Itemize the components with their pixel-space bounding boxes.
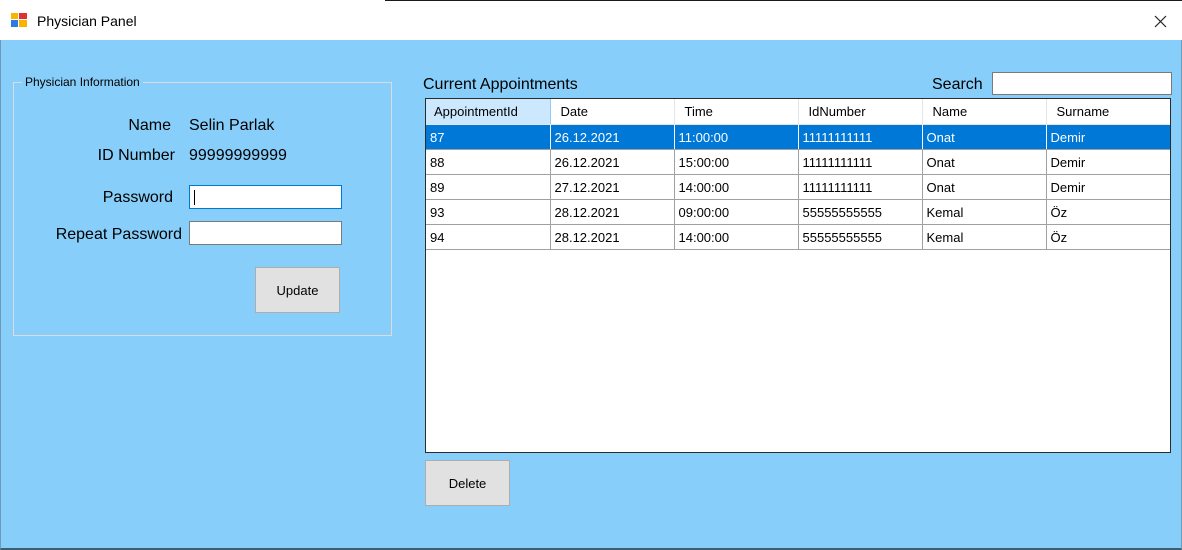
repeat-password-label: Repeat Password bbox=[55, 226, 182, 243]
cell-date[interactable]: 26.12.2021 bbox=[550, 124, 675, 150]
delete-button[interactable]: Delete bbox=[425, 460, 510, 506]
cell-surname[interactable]: Öz bbox=[1046, 199, 1170, 225]
appointments-grid[interactable]: AppointmentId Date Time IdNumber Name Su… bbox=[425, 98, 1171, 453]
app-window-icon bbox=[11, 13, 27, 27]
group-title: Physician Information bbox=[22, 75, 143, 89]
cell-name[interactable]: Onat bbox=[922, 174, 1047, 200]
cell-time[interactable]: 15:00:00 bbox=[674, 149, 799, 175]
text-caret bbox=[194, 190, 195, 205]
cell-name[interactable]: Onat bbox=[922, 124, 1047, 150]
cell-idnumber[interactable]: 11111111111 bbox=[798, 174, 923, 200]
search-label: Search bbox=[932, 76, 983, 93]
table-row[interactable]: 88 26.12.2021 15:00:00 11111111111 Onat … bbox=[426, 149, 1170, 175]
search-input[interactable] bbox=[992, 72, 1172, 95]
id-number-label: ID Number bbox=[97, 147, 175, 164]
appointments-table: AppointmentId Date Time IdNumber Name Su… bbox=[426, 99, 1170, 250]
cell-idnumber[interactable]: 55555555555 bbox=[798, 224, 923, 250]
cell-appointmentid[interactable]: 87 bbox=[426, 124, 551, 150]
cell-date[interactable]: 28.12.2021 bbox=[550, 199, 675, 225]
name-value: Selin Parlak bbox=[189, 117, 275, 134]
repeat-password-field[interactable] bbox=[189, 221, 342, 245]
cell-time[interactable]: 09:00:00 bbox=[674, 199, 799, 225]
password-label: Password bbox=[102, 189, 173, 206]
close-icon-glyph bbox=[1154, 15, 1166, 27]
cell-date[interactable]: 28.12.2021 bbox=[550, 224, 675, 250]
cell-name[interactable]: Kemal bbox=[922, 199, 1047, 225]
title-bar: Physician Panel bbox=[0, 0, 1182, 40]
cell-name[interactable]: Onat bbox=[922, 149, 1047, 175]
cell-appointmentid[interactable]: 89 bbox=[426, 174, 551, 200]
cell-time[interactable]: 14:00:00 bbox=[674, 174, 799, 200]
column-header-appointmentid[interactable]: AppointmentId bbox=[426, 99, 551, 125]
close-icon[interactable] bbox=[1138, 1, 1182, 41]
cell-surname[interactable]: Öz bbox=[1046, 224, 1170, 250]
cell-idnumber[interactable]: 55555555555 bbox=[798, 199, 923, 225]
title-bar-edge bbox=[0, 0, 385, 1]
id-number-value: 99999999999 bbox=[189, 147, 287, 164]
table-row[interactable]: 89 27.12.2021 14:00:00 11111111111 Onat … bbox=[426, 174, 1170, 200]
cell-time[interactable]: 11:00:00 bbox=[674, 124, 799, 150]
table-row[interactable]: 93 28.12.2021 09:00:00 55555555555 Kemal… bbox=[426, 199, 1170, 225]
update-button[interactable]: Update bbox=[255, 267, 340, 313]
column-header-time[interactable]: Time bbox=[674, 99, 799, 125]
cell-time[interactable]: 14:00:00 bbox=[674, 224, 799, 250]
name-label: Name bbox=[128, 117, 171, 134]
current-appointments-title: Current Appointments bbox=[423, 76, 578, 93]
cell-date[interactable]: 27.12.2021 bbox=[550, 174, 675, 200]
cell-surname[interactable]: Demir bbox=[1046, 174, 1170, 200]
cell-appointmentid[interactable]: 94 bbox=[426, 224, 551, 250]
column-header-surname[interactable]: Surname bbox=[1046, 99, 1170, 125]
physician-information-group: Physician Information Name Selin Parlak … bbox=[13, 75, 392, 336]
cell-name[interactable]: Kemal bbox=[922, 224, 1047, 250]
cell-idnumber[interactable]: 11111111111 bbox=[798, 149, 923, 175]
cell-surname[interactable]: Demir bbox=[1046, 124, 1170, 150]
column-header-date[interactable]: Date bbox=[550, 99, 675, 125]
table-row[interactable]: 94 28.12.2021 14:00:00 55555555555 Kemal… bbox=[426, 224, 1170, 250]
window-client-area: Physician Information Name Selin Parlak … bbox=[0, 40, 1182, 550]
column-header-idnumber[interactable]: IdNumber bbox=[798, 99, 923, 125]
window-title: Physician Panel bbox=[37, 13, 137, 29]
column-header-name[interactable]: Name bbox=[922, 99, 1047, 125]
cell-appointmentid[interactable]: 88 bbox=[426, 149, 551, 175]
cell-date[interactable]: 26.12.2021 bbox=[550, 149, 675, 175]
cell-appointmentid[interactable]: 93 bbox=[426, 199, 551, 225]
table-row[interactable]: 87 26.12.2021 11:00:00 11111111111 Onat … bbox=[426, 124, 1170, 150]
table-header-row: AppointmentId Date Time IdNumber Name Su… bbox=[426, 99, 1170, 125]
password-field[interactable] bbox=[189, 185, 342, 209]
cell-surname[interactable]: Demir bbox=[1046, 149, 1170, 175]
cell-idnumber[interactable]: 11111111111 bbox=[798, 124, 923, 150]
